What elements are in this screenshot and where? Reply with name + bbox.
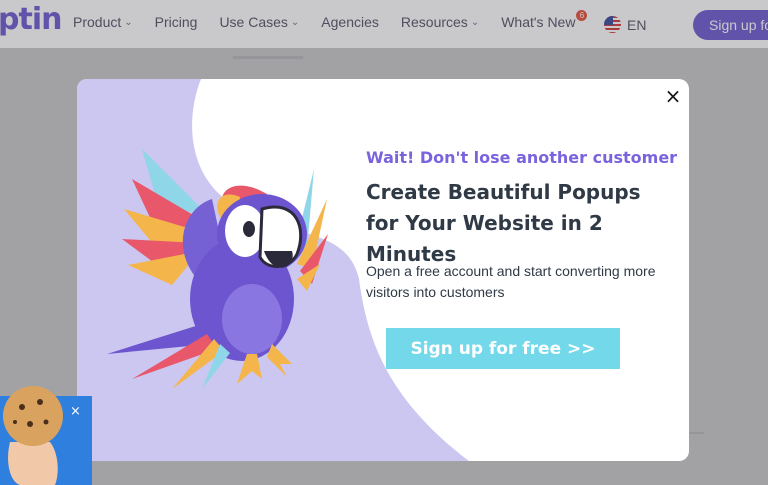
signup-popup-modal: × Wait! Don't lose another customer Crea…: [77, 79, 689, 461]
close-icon[interactable]: ×: [70, 404, 81, 419]
parrot-mascot-illustration: [107, 149, 328, 389]
popup-subtext: Open a free account and start converting…: [366, 263, 656, 300]
signup-free-button[interactable]: Sign up for free >>: [386, 328, 620, 369]
popup-eyebrow: Wait! Don't lose another customer: [366, 148, 678, 167]
close-icon[interactable]: ×: [662, 84, 684, 108]
cookie-illustration: [3, 386, 63, 485]
popup-headline: Create Beautiful Popups for Your Website…: [366, 180, 641, 266]
